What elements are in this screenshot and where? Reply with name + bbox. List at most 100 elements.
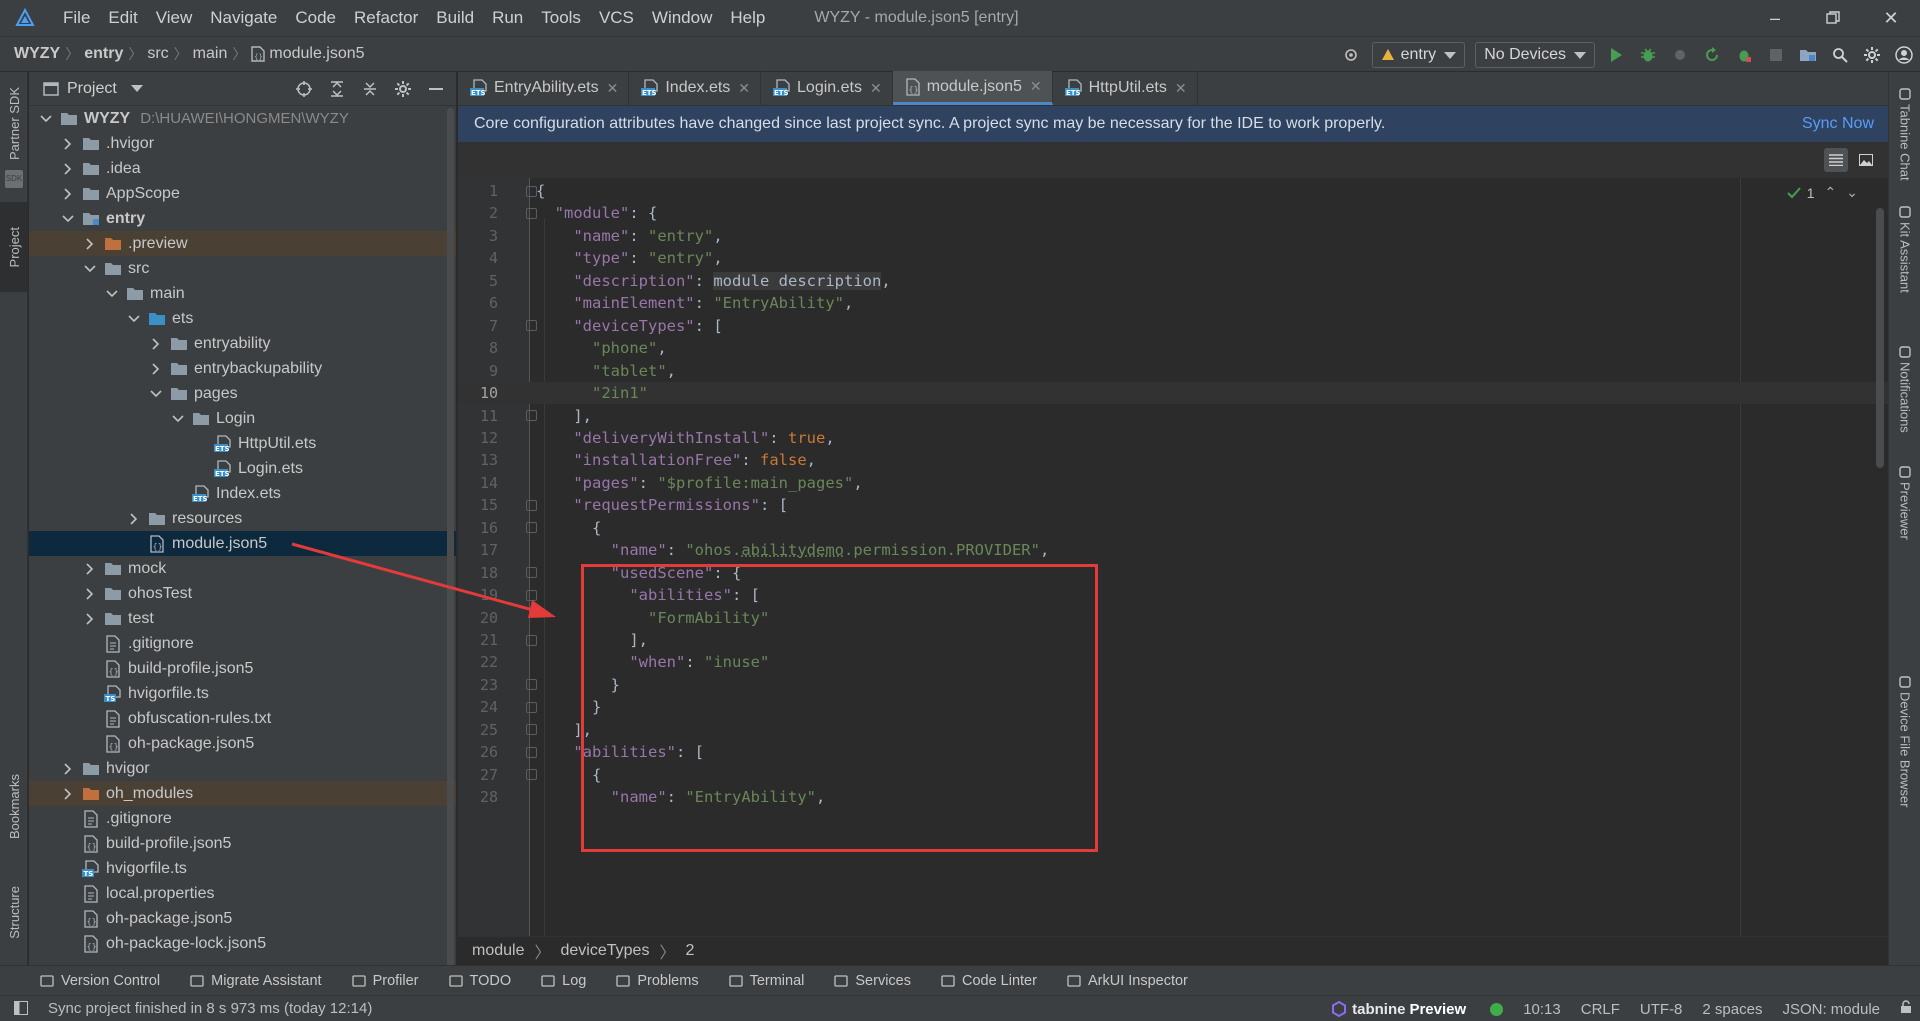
chevron-right-icon[interactable] xyxy=(149,362,163,376)
tree-item[interactable]: ETS Login.ets xyxy=(29,456,456,481)
tree-item[interactable]: oh_modules xyxy=(29,781,456,806)
menu-vcs[interactable]: VCS xyxy=(590,8,643,28)
tree-item[interactable]: Login xyxy=(29,406,456,431)
tree-item[interactable]: test xyxy=(29,606,456,631)
menu-tools[interactable]: Tools xyxy=(532,8,590,28)
breadcrumb-item[interactable]: module.json5 xyxy=(269,45,364,63)
project-tab[interactable]: Project xyxy=(0,202,28,292)
close-icon[interactable]: ✕ xyxy=(870,80,882,97)
tree-item[interactable]: pages xyxy=(29,381,456,406)
code-line[interactable]: 25 ], xyxy=(458,719,1888,741)
right-tab-previewer[interactable]: Previewer xyxy=(1889,462,1920,540)
code-view-icon[interactable] xyxy=(1824,148,1848,172)
code-line[interactable]: 11 ], xyxy=(458,405,1888,427)
profile-icon[interactable] xyxy=(1728,37,1760,73)
code-line[interactable]: 26 "abilities": [ xyxy=(458,741,1888,763)
chevron-down-icon[interactable]: ⌄ xyxy=(1846,184,1858,201)
code-line[interactable]: 22 "when": "inuse" xyxy=(458,651,1888,673)
tree-item[interactable]: {} module.json5 xyxy=(29,531,456,556)
tool-terminal[interactable]: Terminal xyxy=(728,973,804,989)
tree-item[interactable]: {} oh-package.json5 xyxy=(29,731,456,756)
editor-tab[interactable]: ETS HttpUtil.ets ✕ xyxy=(1053,71,1198,105)
indent-setting[interactable]: 2 spaces xyxy=(1702,1001,1762,1018)
hide-panel-icon[interactable] xyxy=(419,72,452,106)
menu-run[interactable]: Run xyxy=(483,8,532,28)
collapse-all-icon[interactable] xyxy=(353,72,386,106)
tree-item[interactable]: entrybackupability xyxy=(29,356,456,381)
editor-tab[interactable]: ETS Index.ets ✕ xyxy=(629,71,762,105)
editor-tab[interactable]: {} module.json5 ✕ xyxy=(892,71,1053,105)
editor-tab[interactable]: ETS Login.ets ✕ xyxy=(761,71,893,105)
menu-code[interactable]: Code xyxy=(286,8,345,28)
gear-icon[interactable] xyxy=(386,72,419,106)
chevron-right-icon[interactable] xyxy=(149,337,163,351)
code-line[interactable]: 12 "deliveryWithInstall": true, xyxy=(458,427,1888,449)
editor-crumb[interactable]: deviceTypes xyxy=(561,942,650,960)
run-icon[interactable] xyxy=(1600,37,1632,73)
chevron-right-icon[interactable] xyxy=(61,137,75,151)
device-selector[interactable]: No Devices xyxy=(1475,42,1595,68)
tree-item[interactable]: .hvigor xyxy=(29,131,456,156)
tool-code-linter[interactable]: Code Linter xyxy=(941,973,1037,989)
editor-tab[interactable]: ETS EntryAbility.ets ✕ xyxy=(458,71,630,105)
lock-icon[interactable] xyxy=(1900,1000,1912,1018)
search-icon[interactable] xyxy=(1824,37,1856,73)
code-line[interactable]: 27 { xyxy=(458,764,1888,786)
menu-navigate[interactable]: Navigate xyxy=(201,8,286,28)
chevron-right-icon[interactable] xyxy=(61,787,75,801)
chevron-right-icon[interactable] xyxy=(83,587,97,601)
chevron-right-icon[interactable] xyxy=(127,512,141,526)
inspection-widget[interactable]: 1 ⌃ ⌄ xyxy=(1787,184,1858,201)
caret-position[interactable]: 10:13 xyxy=(1523,1001,1561,1018)
tabnine-status[interactable]: tabnine Preview xyxy=(1331,1001,1466,1018)
chevron-down-icon[interactable] xyxy=(61,212,75,226)
tool-version-control[interactable]: Version Control xyxy=(40,973,160,989)
close-icon[interactable]: ✕ xyxy=(738,80,750,97)
code-line[interactable]: 17 "name": "ohos.abilitydemo.permission.… xyxy=(458,539,1888,561)
chevron-right-icon[interactable] xyxy=(61,162,75,176)
code-line[interactable]: 28 "name": "EntryAbility", xyxy=(458,786,1888,808)
debug-icon[interactable] xyxy=(1632,37,1664,73)
expand-all-icon[interactable] xyxy=(320,72,353,106)
tree-item[interactable]: {} build-profile.json5 xyxy=(29,831,456,856)
window-layout-icon[interactable] xyxy=(14,1001,28,1019)
code-line[interactable]: 23 } xyxy=(458,674,1888,696)
tree-item[interactable]: obfuscation-rules.txt xyxy=(29,706,456,731)
chevron-right-icon[interactable] xyxy=(83,237,97,251)
minimize-icon[interactable]: – xyxy=(1746,0,1804,36)
code-line[interactable]: 5 "description": module description, xyxy=(458,270,1888,292)
project-panel-title[interactable]: Project xyxy=(67,80,117,98)
code-line[interactable]: 6 "mainElement": "EntryAbility", xyxy=(458,292,1888,314)
breadcrumb-item[interactable]: WYZY xyxy=(14,45,60,63)
tree-item[interactable]: ets xyxy=(29,306,456,331)
structure-tab[interactable]: Structure xyxy=(0,867,28,957)
tree-item[interactable]: src xyxy=(29,256,456,281)
stop-icon[interactable] xyxy=(1760,37,1792,73)
image-view-icon[interactable] xyxy=(1854,148,1878,172)
account-icon[interactable] xyxy=(1888,37,1920,73)
chevron-right-icon[interactable] xyxy=(61,187,75,201)
code-line[interactable]: 14 "pages": "$profile:main_pages", xyxy=(458,472,1888,494)
tree-item[interactable]: TS hvigorfile.ts xyxy=(29,856,456,881)
close-icon[interactable]: ✕ xyxy=(607,80,619,97)
close-window-icon[interactable]: ✕ xyxy=(1862,0,1920,36)
right-tab-device-file-browser[interactable]: Device File Browser xyxy=(1889,672,1920,808)
tree-item[interactable]: ETS Index.ets xyxy=(29,481,456,506)
tool-services[interactable]: Services xyxy=(834,973,911,989)
settings-icon[interactable] xyxy=(1856,37,1888,73)
tree-item[interactable]: {} build-profile.json5 xyxy=(29,656,456,681)
partner-sdk-tab[interactable]: Partner SDK xyxy=(0,78,28,168)
bookmarks-tab[interactable]: Bookmarks xyxy=(0,752,28,862)
file-encoding[interactable]: UTF-8 xyxy=(1640,1001,1683,1018)
tool-log[interactable]: Log xyxy=(541,973,586,989)
tree-item[interactable]: .gitignore xyxy=(29,631,456,656)
tree-item[interactable]: WYZY D:\HUAWEI\HONGMEN\WYZY xyxy=(29,106,456,131)
code-line[interactable]: 19 "abilities": [ xyxy=(458,584,1888,606)
tree-item[interactable]: {} oh-package.json5 xyxy=(29,906,456,931)
tree-item[interactable]: entryability xyxy=(29,331,456,356)
tree-item[interactable]: ohosTest xyxy=(29,581,456,606)
editor-crumb[interactable]: module xyxy=(472,942,524,960)
code-line[interactable]: 9 "tablet", xyxy=(458,360,1888,382)
editor-scrollbar[interactable] xyxy=(1876,208,1884,468)
code-line[interactable]: 1{ xyxy=(458,180,1888,202)
